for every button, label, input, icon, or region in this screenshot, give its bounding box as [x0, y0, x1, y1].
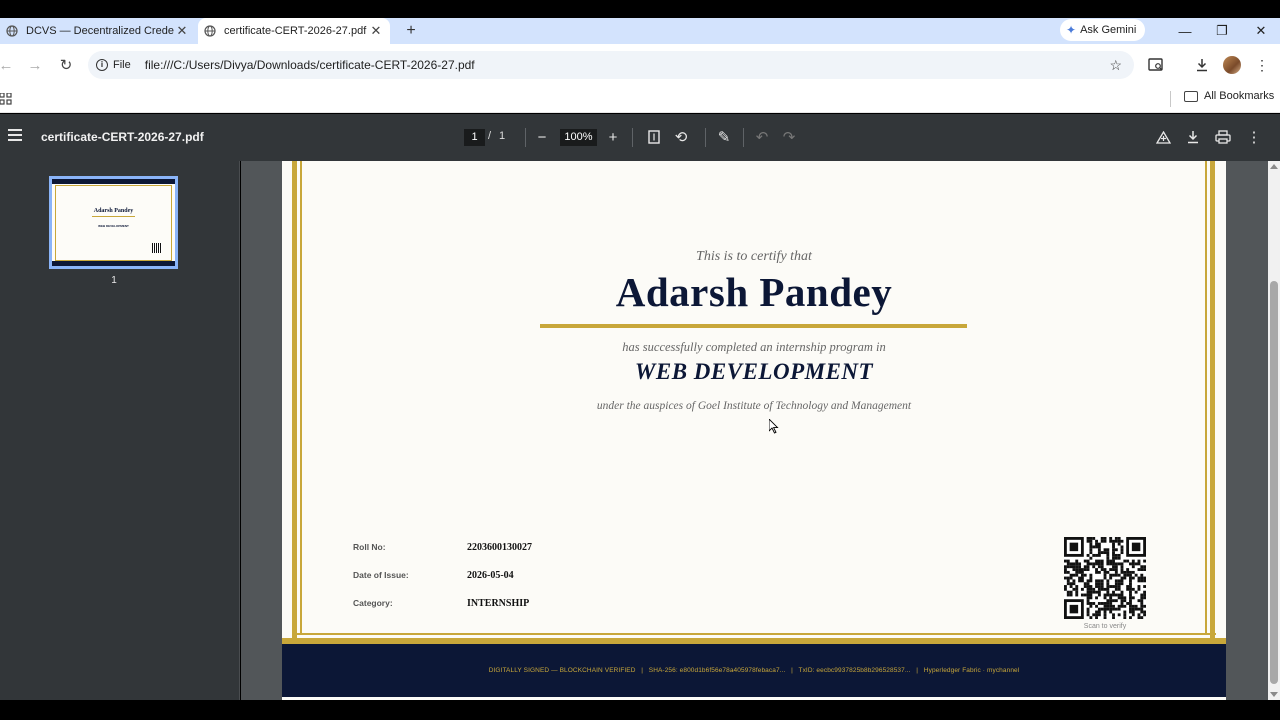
- annotate-pen-icon[interactable]: ✎: [714, 127, 734, 147]
- drive-save-icon[interactable]: [1153, 127, 1173, 147]
- ask-gemini-button[interactable]: ✦ Ask Gemini: [1060, 19, 1146, 41]
- toolbar-divider: [632, 128, 633, 147]
- tab-strip: DCVS — Decentralized Credent ✕ certifica…: [0, 18, 1280, 44]
- reload-icon[interactable]: ↻: [56, 55, 76, 75]
- restore-icon[interactable]: ❐: [1207, 18, 1237, 44]
- tab-title: DCVS — Decentralized Credent: [26, 25, 174, 37]
- pdf-title: certificate-CERT-2026-27.pdf: [41, 130, 204, 144]
- thumb-footer-band: [52, 261, 175, 266]
- pdf-more-icon[interactable]: ⋮: [1244, 127, 1264, 147]
- url-text[interactable]: file:///C:/Users/Divya/Downloads/certifi…: [145, 58, 475, 72]
- category-value: INTERNSHIP: [467, 598, 530, 609]
- thumb-recipient: Adarsh Pandey: [93, 208, 134, 214]
- browser-window: DCVS — Decentralized Credent ✕ certifica…: [0, 0, 1280, 720]
- tab-dcvs[interactable]: DCVS — Decentralized Credent ✕: [0, 18, 196, 44]
- apps-grid-icon[interactable]: [0, 92, 12, 105]
- qr-code: [1064, 537, 1146, 619]
- download-icon[interactable]: [1192, 55, 1212, 75]
- pdf-thumbnail-sidebar: Adarsh Pandey WEB DEVELOPMENT 1: [0, 161, 240, 700]
- globe-icon: [6, 25, 18, 37]
- pdf-viewer-area[interactable]: This is to certify that Adarsh Pandey ha…: [241, 161, 1268, 700]
- avatar: [1223, 56, 1241, 74]
- zoom-in-icon[interactable]: +: [603, 127, 623, 147]
- ask-gemini-label: Ask Gemini: [1080, 24, 1137, 36]
- redo-icon[interactable]: ↷: [779, 127, 799, 147]
- qr-caption: Scan to verify: [1083, 623, 1127, 630]
- scrollbar-thumb[interactable]: [1270, 281, 1278, 684]
- total-pages: 1: [499, 130, 506, 142]
- certificate-page: This is to certify that Adarsh Pandey ha…: [282, 161, 1226, 700]
- tab-search-icon[interactable]: [1146, 55, 1166, 75]
- auspices-text: under the auspices of Goel Institute of …: [596, 400, 912, 412]
- name-underline: [540, 324, 967, 328]
- mouse-cursor-icon: [769, 419, 779, 434]
- date-of-issue-label: Date of Issue:: [353, 570, 409, 580]
- print-icon[interactable]: [1213, 127, 1233, 147]
- toolbar-divider: [525, 128, 526, 147]
- bookmarks-bar: All Bookmarks: [0, 86, 1280, 113]
- zoom-out-icon[interactable]: −: [532, 127, 552, 147]
- pdf-toolbar: certificate-CERT-2026-27.pdf 1 / 1 − 100…: [0, 114, 1280, 161]
- tab-certificate-pdf[interactable]: certificate-CERT-2026-27.pdf ✕: [198, 18, 390, 44]
- thumb-program: WEB DEVELOPMENT: [98, 224, 129, 228]
- fit-page-icon[interactable]: [644, 127, 664, 147]
- back-icon[interactable]: ←: [0, 55, 16, 75]
- toolbar-divider: [743, 128, 744, 147]
- tab-title: certificate-CERT-2026-27.pdf: [224, 25, 367, 37]
- undo-icon[interactable]: ↶: [752, 127, 772, 147]
- gemini-sparkle-icon: ✦: [1066, 23, 1077, 37]
- thumb-qr: [152, 243, 162, 253]
- bookmark-star-icon[interactable]: ☆: [1109, 57, 1122, 74]
- gold-border: [1205, 161, 1207, 635]
- bookmarks-divider: [1170, 91, 1171, 107]
- blockchain-footer: DIGITALLY SIGNED — BLOCKCHAIN VERIFIED |…: [282, 644, 1226, 697]
- rotate-icon[interactable]: ⟲: [671, 127, 691, 147]
- completion-text: has successfully completed an internship…: [622, 340, 886, 354]
- recipient-name: Adarsh Pandey: [615, 269, 893, 315]
- footer-text: DIGITALLY SIGNED — BLOCKCHAIN VERIFIED |…: [488, 667, 1020, 674]
- vertical-scrollbar[interactable]: [1268, 161, 1280, 700]
- gold-border: [300, 161, 302, 635]
- minimize-icon[interactable]: —: [1170, 18, 1200, 44]
- address-bar[interactable]: i File file:///C:/Users/Divya/Downloads/…: [88, 51, 1134, 79]
- thumbnail-page-label: 1: [111, 275, 117, 286]
- scroll-up-icon[interactable]: [1270, 164, 1278, 169]
- page-number-input[interactable]: 1: [464, 129, 485, 146]
- page-separator: /: [488, 130, 492, 142]
- all-bookmarks-label: All Bookmarks: [1204, 90, 1275, 102]
- security-chip-label: File: [113, 59, 131, 71]
- profile-avatar[interactable]: [1222, 55, 1242, 75]
- scroll-down-icon[interactable]: [1270, 692, 1278, 697]
- roll-no-label: Roll No:: [353, 542, 386, 552]
- folder-icon: [1184, 90, 1198, 102]
- gold-border: [292, 633, 1216, 635]
- window-close-icon[interactable]: ✕: [1246, 18, 1276, 44]
- hamburger-menu-icon[interactable]: [8, 129, 22, 145]
- all-bookmarks-button[interactable]: All Bookmarks: [1184, 90, 1274, 102]
- close-icon[interactable]: ✕: [174, 23, 190, 39]
- zoom-input[interactable]: 100%: [560, 129, 597, 146]
- info-icon: i: [96, 59, 108, 71]
- close-icon[interactable]: ✕: [368, 23, 384, 39]
- site-info-chip[interactable]: i File: [96, 59, 131, 71]
- pdf-download-icon[interactable]: [1183, 127, 1203, 147]
- more-menu-icon[interactable]: ⋮: [1252, 55, 1272, 75]
- browser-toolbar: ← → ↻ i File file:///C:/Users/Divya/Down…: [0, 44, 1280, 86]
- thumb-header-band: [52, 179, 175, 184]
- category-label: Category:: [353, 598, 393, 608]
- page-thumbnail[interactable]: Adarsh Pandey WEB DEVELOPMENT: [49, 176, 178, 269]
- date-of-issue-value: 2026-05-04: [467, 570, 514, 581]
- roll-no-value: 2203600130027: [467, 542, 532, 553]
- thumb-rule: [92, 216, 135, 217]
- certify-intro: This is to certify that: [696, 249, 812, 264]
- toolbar-divider: [705, 128, 706, 147]
- forward-icon[interactable]: →: [25, 55, 45, 75]
- new-tab-button[interactable]: +: [401, 21, 421, 41]
- globe-icon: [204, 25, 216, 37]
- program-name: WEB DEVELOPMENT: [634, 359, 874, 384]
